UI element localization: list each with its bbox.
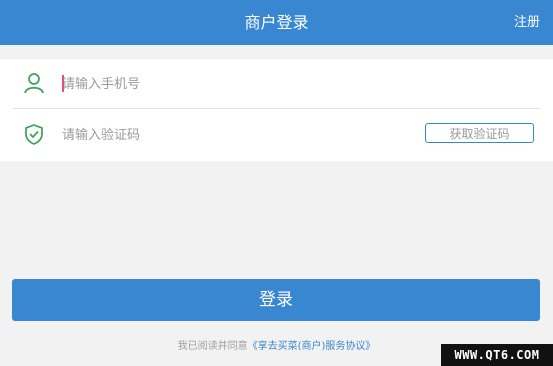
phone-input[interactable] (62, 68, 522, 100)
get-code-button[interactable]: 获取验证码 (425, 123, 534, 143)
login-form: 获取验证码 (0, 59, 553, 161)
verification-code-input[interactable] (62, 119, 402, 151)
header-bar: 商户登录 注册 (0, 0, 553, 45)
login-button[interactable]: 登录 (12, 279, 540, 321)
divider (13, 108, 540, 109)
phone-row (0, 59, 553, 109)
service-agreement-link[interactable]: 《享去买菜(商户)服务协议》 (248, 341, 376, 352)
text-cursor (62, 75, 64, 92)
page-title: 商户登录 (244, 13, 309, 32)
agreement-prefix: 我已阅读并同意 (177, 341, 248, 352)
user-icon (23, 72, 45, 94)
shield-check-icon (23, 123, 45, 145)
register-button[interactable]: 注册 (514, 0, 540, 45)
code-row: 获取验证码 (0, 110, 553, 160)
watermark: WWW.QT6.COM (441, 344, 553, 366)
